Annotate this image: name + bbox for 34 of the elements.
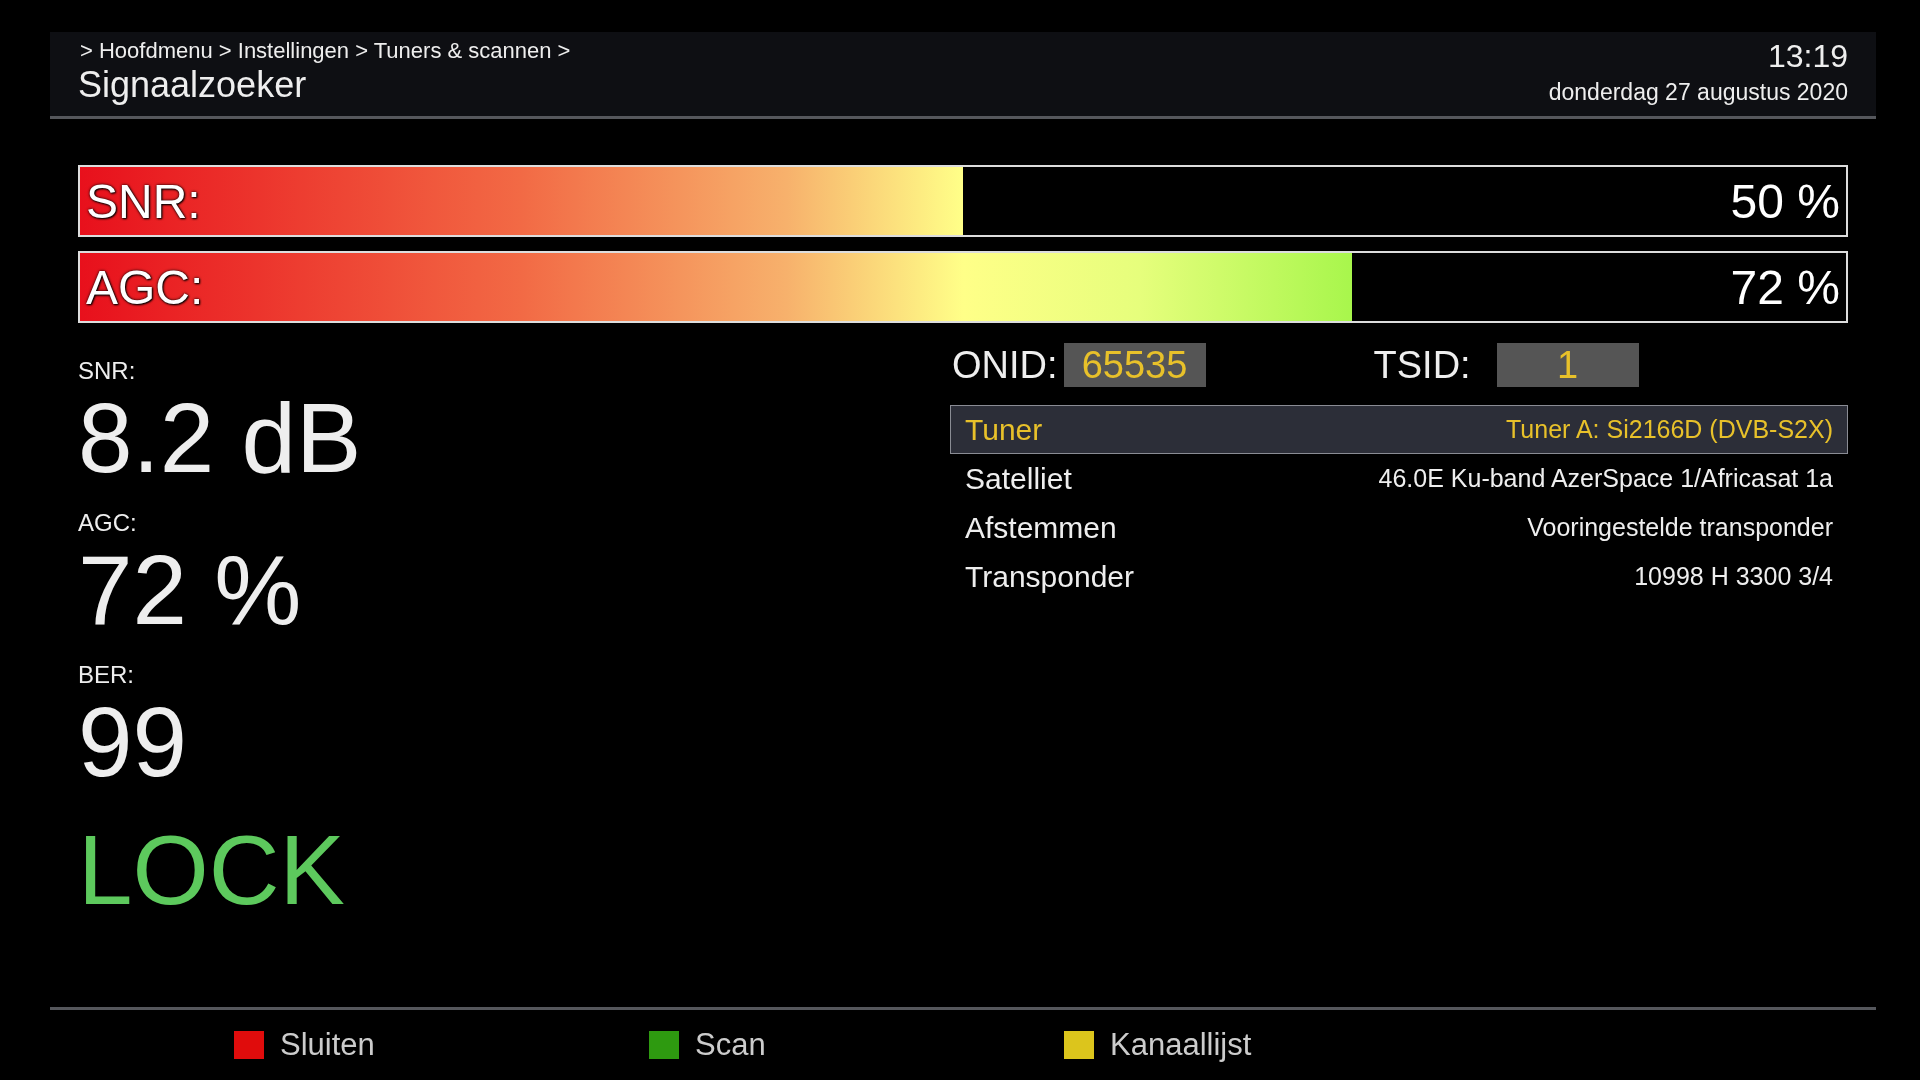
meter-reading: 72 % <box>1730 259 1840 315</box>
reading-value: 8.2 dB <box>78 389 363 487</box>
reading-value: 72 % <box>78 541 303 639</box>
reading-label: BER: <box>78 661 135 689</box>
info-row[interactable]: Tuner Tuner A: Si2166D (DVB-S2X) <box>950 405 1848 454</box>
breadcrumb: > Hoofdmenu > Instellingen > Tuners & scannen > <box>79 38 571 64</box>
info-row[interactable]: Afstemmen Vooringestelde transponder <box>950 503 1848 552</box>
id-value: 1 <box>1496 343 1639 387</box>
info-value: Tuner A: Si2166D (DVB-S2X) <box>1506 415 1833 444</box>
reading-value: 99 <box>78 693 188 791</box>
color-key-label[interactable]: Scan <box>695 1027 766 1063</box>
info-value: Vooringestelde transponder <box>1527 513 1833 542</box>
lock-status: LOCK <box>78 821 346 919</box>
info-row[interactable]: Satelliet 46.0E Ku-band AzerSpace 1/Africasat 1a <box>950 454 1848 503</box>
meter-label: AGC: <box>86 259 204 315</box>
meter-reading: 50 % <box>1730 173 1840 229</box>
info-label: Transponder <box>965 559 1134 594</box>
meter-label: SNR: <box>86 173 201 229</box>
info-label: Afstemmen <box>965 510 1117 545</box>
id-label: ONID: <box>952 343 1058 387</box>
reading-label: SNR: <box>78 357 137 385</box>
info-value: 46.0E Ku-band AzerSpace 1/Africasat 1a <box>1378 464 1833 493</box>
info-label: Tuner <box>965 412 1043 447</box>
color-key-label[interactable]: Kanaallijst <box>1110 1027 1252 1063</box>
info-value: 10998 H 3300 3/4 <box>1634 562 1833 591</box>
screen-title: Signaalzoeker <box>78 64 308 106</box>
date-text: donderdag 27 augustus 2020 <box>1548 79 1848 106</box>
id-label: TSID: <box>1373 343 1471 387</box>
info-label: Satelliet <box>965 461 1072 496</box>
color-key-label[interactable]: Sluiten <box>280 1027 375 1063</box>
id-value: 65535 <box>1063 343 1206 387</box>
reading-label: AGC: <box>78 509 138 537</box>
info-row[interactable]: Transponder 10998 H 3300 3/4 <box>950 552 1848 601</box>
clock-time: 13:19 <box>1767 38 1848 75</box>
